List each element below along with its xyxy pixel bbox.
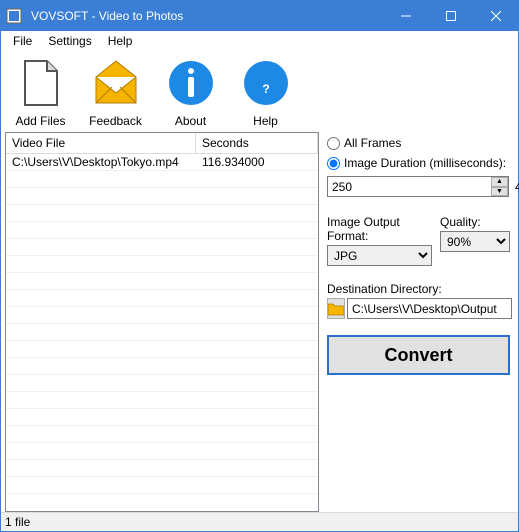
add-files-button[interactable]: Add Files bbox=[3, 52, 78, 130]
svg-text:?: ? bbox=[262, 82, 269, 96]
question-icon: ? bbox=[237, 54, 295, 112]
quality-select[interactable]: 90% bbox=[440, 231, 510, 252]
image-duration-label: Image Duration (milliseconds): bbox=[344, 156, 506, 170]
browse-folder-button[interactable] bbox=[327, 298, 345, 319]
format-select[interactable]: JPG bbox=[327, 245, 432, 266]
status-text: 1 file bbox=[5, 515, 30, 529]
image-duration-radio[interactable] bbox=[327, 157, 340, 170]
add-files-label: Add Files bbox=[15, 114, 65, 128]
table-row[interactable]: C:\Users\V\Desktop\Tokyo.mp4 116.934000 bbox=[6, 154, 318, 171]
feedback-button[interactable]: Feedback bbox=[78, 52, 153, 130]
radio-image-duration[interactable]: Image Duration (milliseconds): bbox=[327, 156, 510, 170]
close-button[interactable] bbox=[473, 1, 518, 31]
menu-file[interactable]: File bbox=[5, 33, 40, 49]
cell-file: C:\Users\V\Desktop\Tokyo.mp4 bbox=[6, 154, 196, 170]
spin-up-button[interactable]: ▲ bbox=[491, 177, 508, 187]
folder-icon bbox=[328, 302, 344, 316]
convert-button[interactable]: Convert bbox=[327, 335, 510, 375]
minimize-button[interactable] bbox=[383, 1, 428, 31]
destination-label: Destination Directory: bbox=[327, 282, 510, 296]
spin-down-button[interactable]: ▼ bbox=[491, 187, 508, 197]
maximize-button[interactable] bbox=[428, 1, 473, 31]
info-icon bbox=[162, 54, 220, 112]
feedback-label: Feedback bbox=[89, 114, 142, 128]
title-bar: VOVSOFT - Video to Photos bbox=[1, 1, 518, 31]
envelope-icon bbox=[87, 54, 145, 112]
window-title: VOVSOFT - Video to Photos bbox=[27, 9, 383, 23]
about-label: About bbox=[175, 114, 206, 128]
about-button[interactable]: About bbox=[153, 52, 228, 130]
app-icon bbox=[1, 8, 27, 24]
document-icon bbox=[12, 54, 70, 112]
quality-label: Quality: bbox=[440, 215, 510, 229]
format-label: Image Output Format: bbox=[327, 215, 432, 243]
column-video-file[interactable]: Video File bbox=[6, 133, 196, 153]
duration-input[interactable] bbox=[328, 177, 491, 196]
toolbar: Add Files Feedback About ? Help bbox=[1, 50, 518, 132]
grid-body[interactable]: C:\Users\V\Desktop\Tokyo.mp4 116.934000 bbox=[6, 154, 318, 511]
all-frames-radio[interactable] bbox=[327, 137, 340, 150]
options-panel: All Frames Image Duration (milliseconds)… bbox=[323, 132, 518, 512]
menu-settings[interactable]: Settings bbox=[40, 33, 99, 49]
status-bar: 1 file bbox=[1, 512, 518, 531]
menu-bar: File Settings Help bbox=[1, 31, 518, 50]
column-seconds[interactable]: Seconds bbox=[196, 133, 318, 153]
grid-header: Video File Seconds bbox=[6, 133, 318, 154]
duration-spinner[interactable]: ▲ ▼ bbox=[327, 176, 509, 197]
menu-help[interactable]: Help bbox=[100, 33, 141, 49]
help-label: Help bbox=[253, 114, 278, 128]
fps-text: 4.00 FPS bbox=[515, 180, 519, 194]
file-grid: Video File Seconds C:\Users\V\Desktop\To… bbox=[5, 132, 319, 512]
all-frames-label: All Frames bbox=[344, 136, 401, 150]
cell-seconds: 116.934000 bbox=[196, 154, 318, 170]
radio-all-frames[interactable]: All Frames bbox=[327, 136, 510, 150]
destination-input[interactable] bbox=[347, 298, 512, 319]
help-button[interactable]: ? Help bbox=[228, 52, 303, 130]
